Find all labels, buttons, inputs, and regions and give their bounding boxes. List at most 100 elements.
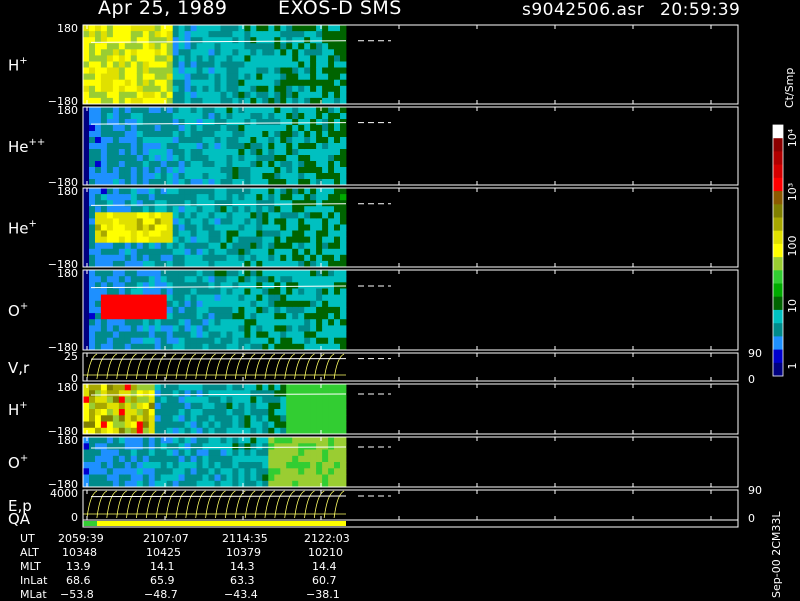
heatmap-cell <box>238 236 245 244</box>
heatmap-cell <box>112 288 120 296</box>
heatmap-cell <box>310 396 317 404</box>
heatmap-cell <box>226 79 233 87</box>
heatmap-cell <box>292 161 299 168</box>
heatmap-cell <box>160 437 168 444</box>
heatmap-cell <box>208 188 215 195</box>
heatmap-cell <box>286 67 293 74</box>
heatmap-cell <box>286 294 293 302</box>
heatmap-cell <box>232 79 239 87</box>
heatmap-cell <box>130 319 138 326</box>
heatmap-cell <box>95 31 102 38</box>
heatmap-cell <box>196 415 203 422</box>
heatmap-cell <box>166 206 174 213</box>
heatmap-cell <box>226 55 233 62</box>
heatmap-cell <box>292 474 299 482</box>
heatmap-cell <box>280 390 287 397</box>
ephemeris-label: MLat <box>20 588 47 601</box>
heatmap-cell <box>316 218 323 225</box>
heatmap-cell <box>160 73 168 81</box>
heatmap-cell <box>148 224 156 231</box>
heatmap-cell <box>124 384 132 391</box>
heatmap-cell <box>178 270 185 277</box>
heatmap-cell <box>268 49 275 56</box>
heatmap-cell <box>244 200 251 207</box>
heatmap-cell <box>172 113 180 120</box>
heatmap-cell <box>244 224 251 231</box>
heatmap-cell <box>172 167 180 174</box>
heatmap-cell <box>154 167 162 174</box>
heatmap-cell <box>334 161 341 168</box>
heatmap-cell <box>316 449 323 457</box>
heatmap-cell <box>256 437 263 444</box>
heatmap-cell <box>142 455 150 463</box>
heatmap-cell <box>292 37 299 44</box>
heatmap-cell <box>304 67 311 74</box>
heatmap-cell <box>298 49 305 56</box>
heatmap-cell <box>118 276 126 283</box>
heatmap-cell <box>232 179 239 186</box>
heatmap-cell <box>118 449 126 457</box>
heatmap-cell <box>112 79 120 87</box>
heatmap-cell <box>95 288 102 296</box>
heatmap-cell <box>100 437 108 444</box>
heatmap-cell <box>178 55 185 62</box>
heatmap-cell <box>142 173 150 180</box>
heatmap-cell <box>298 173 305 180</box>
heatmap-cell <box>328 462 335 469</box>
heatmap-cell <box>106 161 114 168</box>
heatmap-cell <box>202 37 209 44</box>
heatmap-cell <box>322 230 329 237</box>
colorbar-swatch <box>773 204 783 218</box>
heatmap-cell <box>106 79 114 87</box>
heatmap-cell <box>83 254 90 262</box>
heatmap-cell <box>154 55 162 62</box>
heatmap-cell <box>334 167 341 174</box>
heatmap-cell <box>196 167 203 174</box>
heatmap-cell <box>280 149 287 156</box>
heatmap-cell <box>310 37 317 44</box>
heatmap-cell <box>262 313 269 320</box>
heatmap-cell <box>256 224 263 231</box>
heatmap-cell <box>154 212 162 219</box>
heatmap-cell <box>286 260 293 268</box>
heatmap-cell <box>274 73 281 81</box>
heatmap-cell <box>316 437 323 444</box>
heatmap-cell <box>244 468 251 475</box>
heatmap-cell <box>136 173 144 180</box>
heatmap-cell <box>280 61 287 68</box>
heatmap-cell <box>250 224 257 231</box>
heatmap-cell <box>214 155 221 162</box>
heatmap-cell <box>130 67 138 74</box>
heatmap-cell <box>160 161 168 168</box>
heatmap-cell <box>112 415 120 422</box>
heatmap-cell <box>118 415 126 422</box>
heatmap-cell <box>196 49 203 56</box>
heatmap-cell <box>112 455 120 463</box>
heatmap-cell <box>304 248 311 256</box>
heatmap-cell <box>172 97 180 105</box>
heatmap-cell <box>286 113 293 120</box>
heatmap-cell <box>244 55 251 62</box>
heatmap-cell <box>208 248 215 256</box>
heatmap-cell <box>136 167 144 174</box>
heatmap-cell <box>316 91 323 99</box>
heatmap-cell <box>136 409 144 416</box>
heatmap-cell <box>316 161 323 168</box>
heatmap-cell <box>154 91 162 99</box>
heatmap-cell <box>274 288 281 296</box>
heatmap-cell <box>232 396 239 404</box>
heatmap-cell <box>124 319 132 326</box>
heatmap-cell <box>292 306 299 314</box>
heatmap-cell <box>154 125 162 132</box>
heatmap-cell <box>340 179 347 186</box>
heatmap-cell <box>340 79 347 87</box>
heatmap-cell <box>256 474 263 482</box>
heatmap-cell <box>328 131 335 138</box>
heatmap-cell <box>95 212 102 219</box>
heatmap-cell <box>142 37 150 44</box>
heatmap-cell <box>214 337 221 345</box>
heatmap-cell <box>292 125 299 132</box>
heatmap-cell <box>142 325 150 332</box>
heatmap-cell <box>256 49 263 56</box>
heatmap-cell <box>262 270 269 277</box>
